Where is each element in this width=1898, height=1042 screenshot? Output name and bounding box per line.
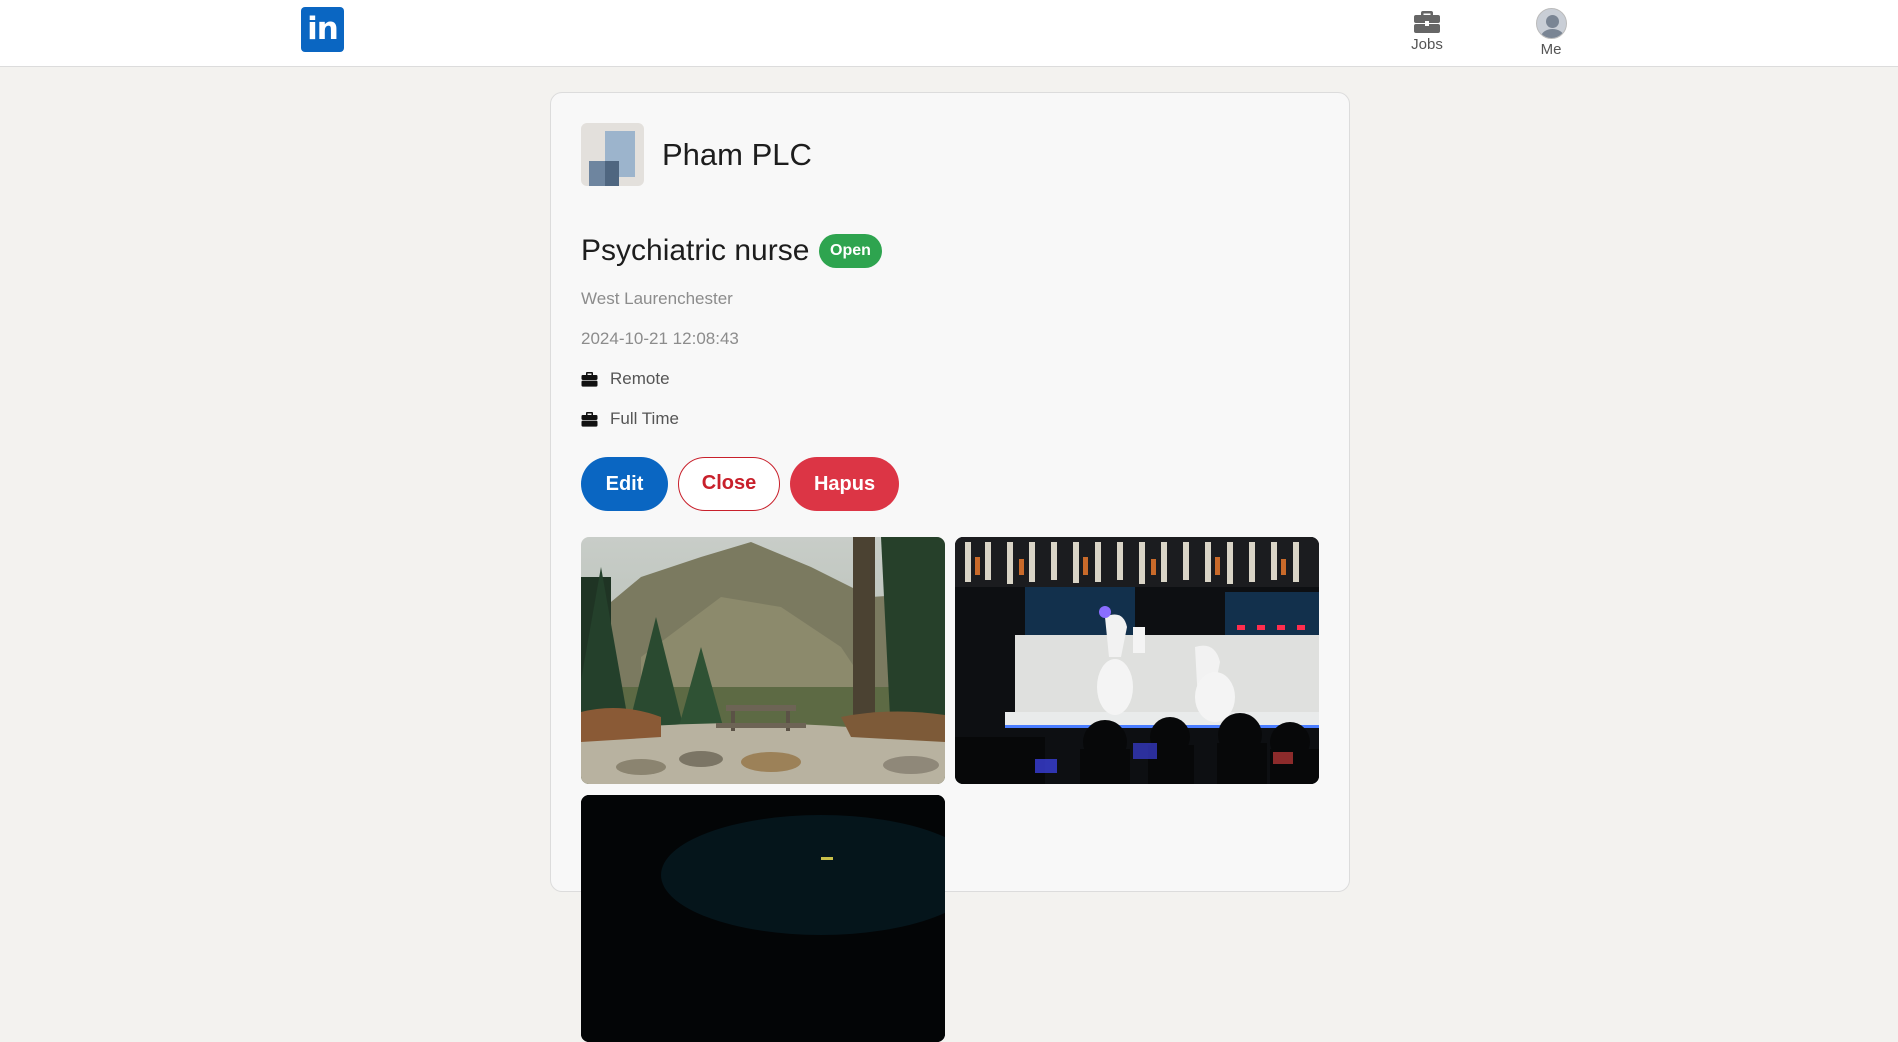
workplace-type-row: Remote [581,369,670,389]
status-badge: Open [819,234,882,268]
nav-item-jobs[interactable]: Jobs [1406,8,1448,53]
nav-label-me: Me [1540,41,1562,58]
delete-button[interactable]: Hapus [790,457,899,511]
job-photo-mountain[interactable] [581,537,945,784]
mountain-landscape-image [581,537,945,784]
nav-label-jobs: Jobs [1411,36,1443,53]
briefcase-icon [581,372,598,387]
edit-button[interactable]: Edit [581,457,668,511]
linkedin-logo[interactable]: in [301,7,344,52]
avatar-icon [1535,8,1567,39]
workplace-type: Remote [610,369,670,388]
company-name[interactable]: Pham PLC [662,137,812,173]
briefcase-icon [1414,11,1440,33]
employment-type-row: Full Time [581,409,679,429]
company-logo [581,123,644,186]
job-photo-dark[interactable] [581,795,945,1042]
employment-type: Full Time [610,409,679,428]
job-detail-card: Pham PLC Psychiatric nurse Open West Lau… [550,92,1350,1042]
job-posted-date: 2024-10-21 12:08:43 [581,329,739,348]
job-location: West Laurenchester [581,289,733,308]
robot-bar-image [955,537,1319,784]
nav-item-me[interactable]: Me [1532,8,1570,58]
top-navigation-bar: in Jobs Me [0,0,1898,67]
job-title: Psychiatric nurse [581,234,810,267]
job-photo-robot-bar[interactable] [955,537,1319,784]
close-job-button[interactable]: Close [678,457,780,511]
briefcase-icon [581,412,598,427]
dark-scene-image [581,795,945,1042]
